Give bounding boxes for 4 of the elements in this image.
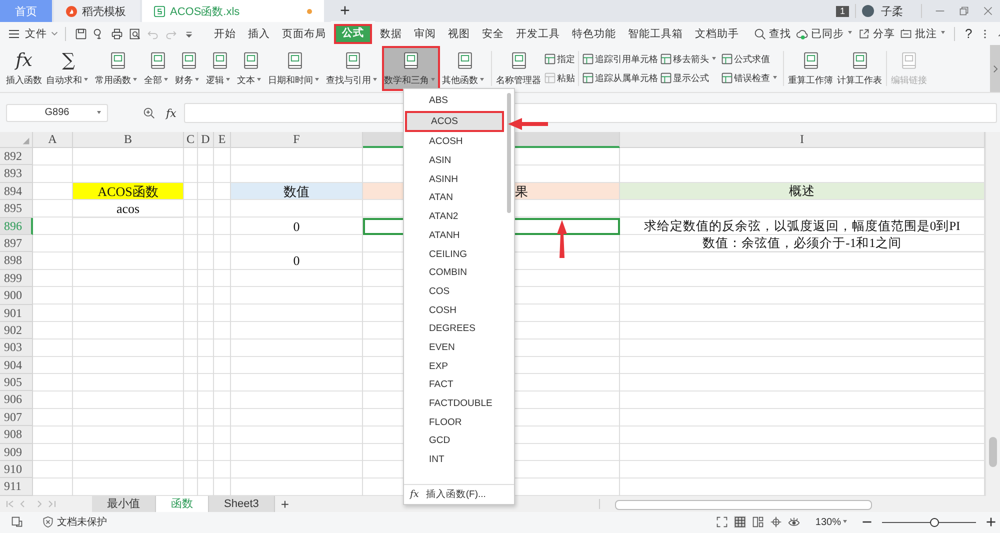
tab-label: ACOS函数.xls (170, 4, 241, 18)
tab-label: 稻壳模板 (82, 4, 127, 18)
window-count-badge: 1 (836, 6, 849, 16)
tab-label: 首页 (15, 4, 37, 18)
